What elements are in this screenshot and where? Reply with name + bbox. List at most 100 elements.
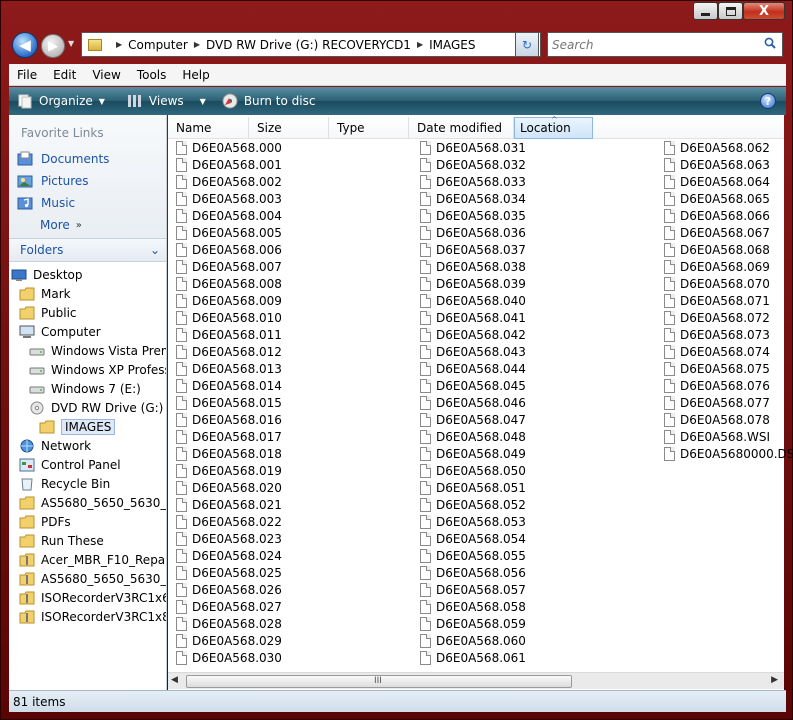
maximize-button[interactable] [718,2,743,20]
file-item[interactable]: D6E0A568.013 [176,360,282,377]
folders-header[interactable]: Folders ⌄ [9,238,166,262]
file-item[interactable]: D6E0A568.057 [420,581,526,598]
tree-item[interactable]: DVD RW Drive (G:) RECOVERYCD1 [9,398,166,417]
chevron-right-icon[interactable]: ▶ [194,40,200,49]
chevron-right-icon[interactable]: ▶ [417,40,423,49]
file-item[interactable]: D6E0A568.042 [420,326,526,343]
file-item[interactable]: D6E0A568.076 [664,377,793,394]
file-item[interactable]: D6E0A568.065 [664,190,793,207]
column-header-date-modified[interactable]: Date modified [409,117,514,139]
tree-item[interactable]: Windows XP Professional [9,360,166,379]
file-item[interactable]: D6E0A568.034 [420,190,526,207]
menu-file[interactable]: File [9,68,45,82]
favorite-link-documents[interactable]: Documents [9,148,166,170]
tree-item[interactable]: Mark [9,284,166,303]
favorite-link-music[interactable]: Music [9,192,166,214]
more-links-button[interactable]: More » [9,214,166,236]
search-box[interactable] [547,32,783,57]
file-item[interactable]: D6E0A568.035 [420,207,526,224]
file-item[interactable]: D6E0A568.054 [420,530,526,547]
tree-item[interactable]: Desktop [9,265,166,284]
file-item[interactable]: D6E0A568.005 [176,224,282,241]
file-item[interactable]: D6E0A568.024 [176,547,282,564]
file-item[interactable]: D6E0A568.051 [420,479,526,496]
close-button[interactable]: X [743,2,785,20]
file-item[interactable]: D6E0A568.014 [176,377,282,394]
file-item[interactable]: D6E0A568.073 [664,326,793,343]
file-item[interactable]: D6E0A568.061 [420,649,526,666]
minimize-button[interactable] [693,2,718,20]
file-item[interactable]: D6E0A568.033 [420,173,526,190]
file-item[interactable]: D6E0A568.047 [420,411,526,428]
file-item[interactable]: D6E0A568.063 [664,156,793,173]
file-item[interactable]: D6E0A568.037 [420,241,526,258]
tree-item[interactable]: AS5680_5650_5630_5610 [9,569,166,588]
recent-pages-dropdown[interactable]: ▼ [68,39,74,48]
file-item[interactable]: D6E0A568.062 [664,139,793,156]
tree-item[interactable]: Network [9,436,166,455]
file-item[interactable]: D6E0A568.071 [664,292,793,309]
file-item[interactable]: D6E0A5680000.DSI [664,445,793,462]
column-header-location[interactable]: ^ Location [514,115,593,139]
tree-item[interactable]: Recycle Bin [9,474,166,493]
scrollbar-thumb[interactable]: III [186,675,572,688]
file-item[interactable]: D6E0A568.072 [664,309,793,326]
help-button[interactable]: ? [760,93,776,109]
tree-item[interactable]: IMAGES [9,417,166,436]
file-item[interactable]: D6E0A568.049 [420,445,526,462]
column-header-size[interactable]: Size [249,117,329,139]
file-item[interactable]: D6E0A568.031 [420,139,526,156]
file-item[interactable]: D6E0A568.007 [176,258,282,275]
file-item[interactable]: D6E0A568.041 [420,309,526,326]
tree-item[interactable]: Acer_MBR_F10_Repair.zip [9,550,166,569]
file-item[interactable]: D6E0A568.068 [664,241,793,258]
file-item[interactable]: D6E0A568.060 [420,632,526,649]
file-item[interactable]: D6E0A568.074 [664,343,793,360]
file-item[interactable]: D6E0A568.WSI [664,428,793,445]
tree-item[interactable]: Public [9,303,166,322]
scroll-right-icon[interactable]: ▶ [771,675,778,685]
file-item[interactable]: D6E0A568.038 [420,258,526,275]
file-item[interactable]: D6E0A568.045 [420,377,526,394]
file-item[interactable]: D6E0A568.056 [420,564,526,581]
file-item[interactable]: D6E0A568.053 [420,513,526,530]
favorite-link-pictures[interactable]: Pictures [9,170,166,192]
file-item[interactable]: D6E0A568.003 [176,190,282,207]
file-item[interactable]: D6E0A568.009 [176,292,282,309]
column-header-type[interactable]: Type [329,117,409,139]
search-icon[interactable] [764,37,776,49]
tree-item[interactable]: ISORecorderV3RC1x86.zip [9,607,166,626]
tree-item[interactable]: Computer [9,322,166,341]
file-item[interactable]: D6E0A568.019 [176,462,282,479]
file-item[interactable]: D6E0A568.004 [176,207,282,224]
file-item[interactable]: D6E0A568.027 [176,598,282,615]
file-item[interactable]: D6E0A568.022 [176,513,282,530]
file-item[interactable]: D6E0A568.036 [420,224,526,241]
menu-help[interactable]: Help [174,68,217,82]
column-header-name[interactable]: Name [168,117,249,139]
file-item[interactable]: D6E0A568.032 [420,156,526,173]
file-item[interactable]: D6E0A568.039 [420,275,526,292]
file-item[interactable]: D6E0A568.078 [664,411,793,428]
file-item[interactable]: D6E0A568.023 [176,530,282,547]
file-item[interactable]: D6E0A568.075 [664,360,793,377]
file-item[interactable]: D6E0A568.021 [176,496,282,513]
file-item[interactable]: D6E0A568.026 [176,581,282,598]
file-item[interactable]: D6E0A568.052 [420,496,526,513]
breadcrumb-dvd-drive[interactable]: DVD RW Drive (G:) RECOVERYCD1 [206,38,411,52]
file-item[interactable]: D6E0A568.010 [176,309,282,326]
file-item[interactable]: D6E0A568.002 [176,173,282,190]
file-item[interactable]: D6E0A568.018 [176,445,282,462]
refresh-button[interactable]: ↻ [515,32,539,57]
file-item[interactable]: D6E0A568.066 [664,207,793,224]
file-item[interactable]: D6E0A568.029 [176,632,282,649]
file-item[interactable]: D6E0A568.059 [420,615,526,632]
back-button[interactable]: ◀ [12,32,38,58]
tree-item[interactable]: Run These [9,531,166,550]
tree-item[interactable]: Windows 7 (E:) [9,379,166,398]
file-item[interactable]: D6E0A568.000 [176,139,282,156]
file-item[interactable]: D6E0A568.011 [176,326,282,343]
file-item[interactable]: D6E0A568.044 [420,360,526,377]
file-item[interactable]: D6E0A568.040 [420,292,526,309]
menu-tools[interactable]: Tools [129,68,175,82]
